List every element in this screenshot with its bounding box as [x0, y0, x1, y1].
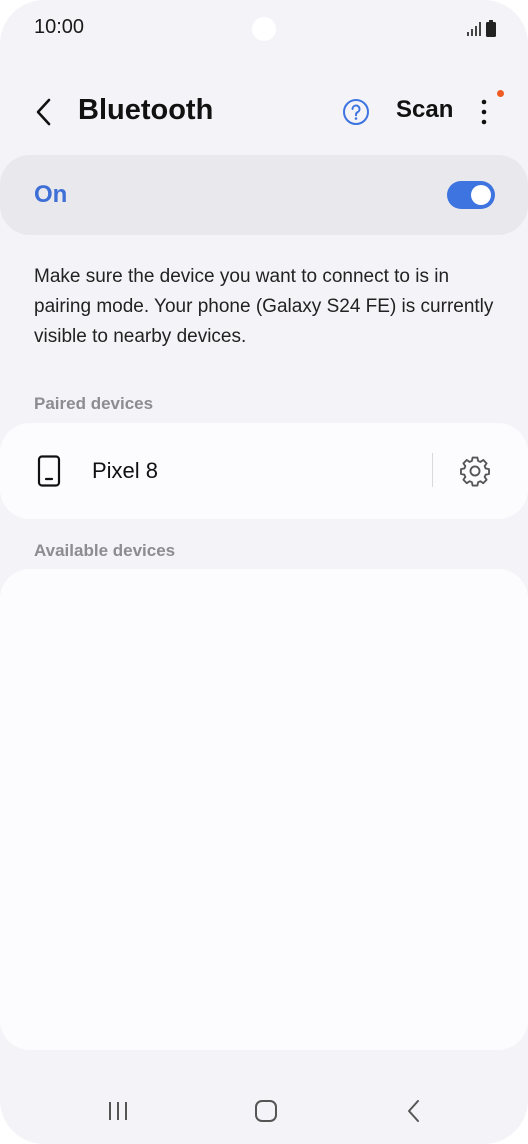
list-item[interactable]: Pixel 8: [0, 423, 420, 519]
scan-button[interactable]: Scan: [396, 96, 453, 124]
bluetooth-switch[interactable]: [447, 181, 495, 209]
toggle-label: On: [34, 181, 68, 208]
help-button[interactable]: [342, 98, 370, 126]
pairing-description: Make sure the device you want to connect…: [34, 266, 494, 347]
help-circle-icon: [343, 99, 369, 125]
home-button[interactable]: [246, 1095, 286, 1127]
gear-icon: [460, 456, 490, 487]
available-devices-list: [0, 569, 528, 1050]
device-settings-button[interactable]: [458, 454, 492, 488]
back-button[interactable]: [26, 94, 62, 130]
battery-icon: [486, 20, 496, 37]
paired-devices-list: Pixel 8: [0, 423, 528, 519]
switch-knob: [471, 185, 491, 205]
paired-devices-label: Paired devices: [34, 394, 154, 413]
chevron-left-icon: [36, 98, 51, 126]
bluetooth-toggle-card[interactable]: On: [0, 155, 528, 235]
phone-icon: [37, 455, 61, 487]
app-header: Bluetooth Scan: [0, 82, 528, 142]
back-icon: [408, 1100, 419, 1122]
status-icons: [467, 20, 496, 37]
device-name: Pixel 8: [92, 458, 159, 483]
divider: [432, 453, 433, 487]
bluetooth-settings-screen: 10:00 Bluetooth Scan On Make sure the de…: [0, 0, 528, 1144]
recents-button[interactable]: [98, 1095, 138, 1127]
home-icon: [255, 1100, 277, 1122]
navigation-bar: [0, 1085, 528, 1137]
camera-cutout: [252, 17, 276, 41]
recents-icon: [109, 1102, 127, 1120]
notification-dot: [497, 90, 504, 97]
page-title: Bluetooth: [78, 94, 214, 126]
nav-back-button[interactable]: [394, 1095, 434, 1127]
status-time: 10:00: [34, 16, 85, 38]
status-bar: 10:00: [0, 0, 528, 58]
signal-icon: [467, 21, 481, 36]
available-devices-label: Available devices: [34, 541, 176, 560]
more-options-button[interactable]: [472, 96, 496, 128]
more-vertical-icon: [481, 99, 487, 125]
